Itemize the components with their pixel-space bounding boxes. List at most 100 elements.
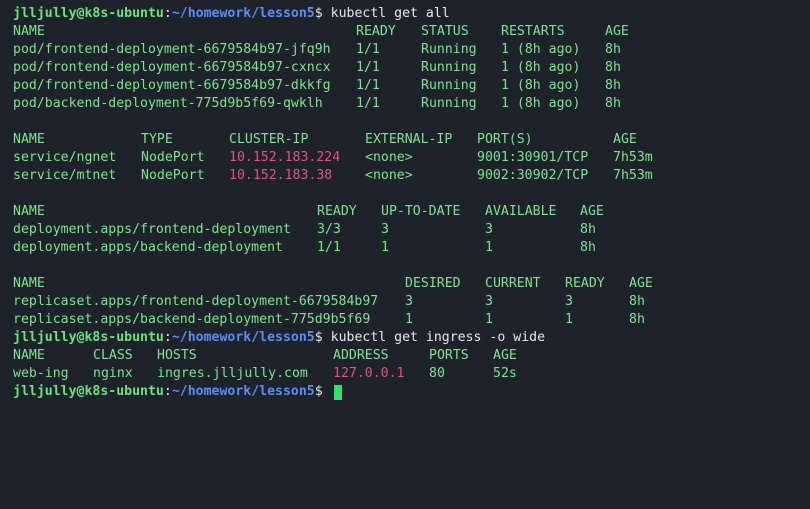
table-cell: AGE [605,24,629,39]
table-cell: NAME [13,132,45,147]
table-cell: EXTERNAL-IP [365,132,453,147]
table-cell: ingres.jlljully.com [157,366,308,381]
table-cell: NodePort [141,150,205,165]
table-row: pod/backend-deployment-775d9b5f69-qwklh … [13,95,621,113]
table-cell: STATUS [421,24,469,39]
table-cell: AGE [493,348,517,363]
table-cell: 8h [605,96,621,111]
table-cell: PORTS [429,348,469,363]
ingress-address: 127.0.0.1 [333,366,405,381]
table-cell: 1 [485,240,493,255]
table-row: replicaset.apps/backend-deployment-775d9… [13,311,645,329]
table-cell: 1 (8h ago) [501,78,581,93]
ingress-header: NAME CLASS HOSTS ADDRESS PORTS AGE [13,347,517,365]
table-cell: 8h [580,240,596,255]
prompt-user-host: jlljully@k8s-ubuntu [13,6,164,21]
table-cell: READY [356,24,396,39]
table-cell: 1 (8h ago) [501,60,581,75]
table-cell: pod/frontend-deployment-6679584b97-dkkfg [13,78,331,93]
table-cell: NodePort [141,168,205,183]
table-cell: 1/1 [317,240,341,255]
table-cell: service/mtnet [13,168,117,183]
table-cell: 7h53m [613,168,653,183]
table-cell: <none> [365,150,413,165]
table-row: deployment.apps/backend-deployment 1/1 1… [13,239,596,257]
table-cell: 9001:30901/TCP [477,150,589,165]
table-cell: replicaset.apps/backend-deployment-775d9… [13,312,371,327]
table-cell: deployment.apps/frontend-deployment [13,222,291,237]
table-cell: 9002:30902/TCP [477,168,589,183]
table-cell: 1/1 [356,78,380,93]
table-cell: CLUSTER-IP [229,132,309,147]
deployments-header: NAME READY UP-TO-DATE AVAILABLE AGE [13,203,604,221]
command-text: kubectl get ingress -o wide [330,330,546,345]
table-cell: pod/frontend-deployment-6679584b97-cxncx [13,60,331,75]
table-cell: 3 [381,222,389,237]
table-cell: 1 [485,312,493,327]
table-cell: replicaset.apps/frontend-deployment-6679… [13,294,379,309]
table-cell: Running [421,42,477,57]
table-cell: 1 (8h ago) [501,42,581,57]
table-cell: <none> [365,168,413,183]
table-cell: 1/1 [356,96,380,111]
table-cell: web-ing [13,366,69,381]
table-cell: 8h [605,60,621,75]
prompt-user-host: jlljully@k8s-ubuntu [13,384,164,399]
table-cell: 8h [605,78,621,93]
table-cell: 3 [405,294,413,309]
table-cell: 3 [565,294,573,309]
table-cell: pod/frontend-deployment-6679584b97-jfq9h [13,42,331,57]
table-row: deployment.apps/frontend-deployment 3/3 … [13,221,596,239]
table-cell: deployment.apps/backend-deployment [13,240,283,255]
table-cell: TYPE [141,132,173,147]
table-cell: nginx [93,366,133,381]
table-cell: READY [565,276,605,291]
table-cell: READY [317,204,357,219]
table-cell: AGE [629,276,653,291]
table-cell: 1/1 [356,42,380,57]
table-cell: AGE [613,132,637,147]
table-cell: AVAILABLE [485,204,557,219]
table-cell: NAME [13,348,45,363]
text-cursor[interactable] [334,385,342,400]
table-cell: Running [421,60,477,75]
cluster-ip: 10.152.183.38 [229,168,333,183]
table-cell: 8h [629,294,645,309]
table-row: service/mtnet NodePort 10.152.183.38 <no… [13,167,653,185]
table-cell: 1 [565,312,573,327]
table-cell: 3 [485,294,493,309]
prompt-path: ~/homework/lesson5 [171,384,315,399]
table-cell: HOSTS [157,348,197,363]
prompt-path: ~/homework/lesson5 [171,330,315,345]
replicasets-header: NAME DESIRED CURRENT READY AGE [13,275,653,293]
table-cell: ADDRESS [333,348,389,363]
services-header: NAME TYPE CLUSTER-IP EXTERNAL-IP PORT(S)… [13,131,637,149]
table-cell: CLASS [93,348,133,363]
prompt-line: jlljully@k8s-ubuntu:~/homework/lesson5$ … [13,6,450,21]
table-cell: 80 [429,366,445,381]
active-prompt-line[interactable]: jlljully@k8s-ubuntu:~/homework/lesson5$ [13,383,342,401]
table-cell: 1 [405,312,413,327]
table-cell: 1 (8h ago) [501,96,581,111]
table-row: pod/frontend-deployment-6679584b97-jfq9h… [13,41,621,59]
table-cell: PORT(S) [477,132,533,147]
prompt-line: jlljully@k8s-ubuntu:~/homework/lesson5$ … [13,330,546,345]
table-cell: CURRENT [485,276,541,291]
table-cell: pod/backend-deployment-775d9b5f69-qwklh [13,96,323,111]
table-cell: 3 [485,222,493,237]
table-row: service/ngnet NodePort 10.152.183.224 <n… [13,149,653,167]
table-cell: 7h53m [613,150,653,165]
table-cell: Running [421,78,477,93]
table-cell: 1 [381,240,389,255]
command-text: kubectl get all [330,6,450,21]
table-cell: Running [421,96,477,111]
table-cell: NAME [13,276,45,291]
table-cell: 8h [605,42,621,57]
terminal-window[interactable]: jlljully@k8s-ubuntu:~/homework/lesson5$ … [0,0,810,409]
table-cell: 8h [580,222,596,237]
table-cell: NAME [13,204,45,219]
pods-header: NAME READY STATUS RESTARTS AGE [13,23,629,41]
cluster-ip: 10.152.183.224 [229,150,341,165]
table-row: pod/frontend-deployment-6679584b97-cxncx… [13,59,621,77]
table-cell: AGE [580,204,604,219]
